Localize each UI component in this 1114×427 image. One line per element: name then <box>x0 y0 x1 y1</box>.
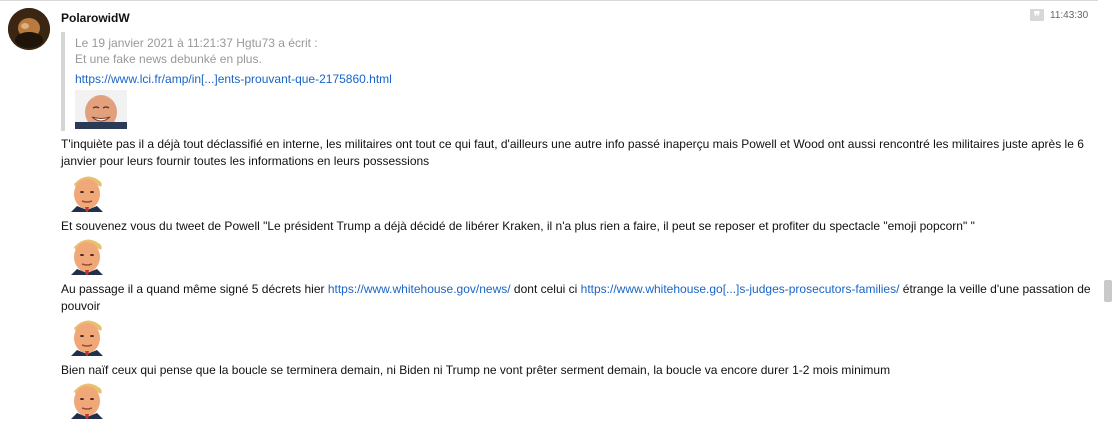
quote-header: Le 19 janvier 2021 à 11:21:37 Hgtu73 a é… <box>75 36 318 50</box>
message-paragraph-4: Bien naïf ceux qui pense que la boucle s… <box>61 363 891 377</box>
blockquote: Le 19 janvier 2021 à 11:21:37 Hgtu73 a é… <box>61 32 405 131</box>
trump-face-sticker[interactable] <box>61 235 113 275</box>
trump-face-sticker[interactable] <box>61 316 113 356</box>
message-paragraph-1: T'inquiète pas il a déjà tout déclassifi… <box>61 137 1084 168</box>
quote-icon[interactable]: ❞ <box>1030 9 1044 23</box>
scrollbar-thumb[interactable] <box>1104 280 1112 302</box>
username[interactable]: PolarowidW <box>61 11 130 25</box>
trump-face-sticker[interactable] <box>61 172 113 212</box>
paragraph-3-text-a: Au passage il a quand même signé 5 décre… <box>61 282 328 296</box>
post-divider <box>0 0 1098 1</box>
whitehouse-news-link[interactable]: https://www.whitehouse.gov/news/ <box>328 282 511 296</box>
paragraph-3-text-b: dont celui ci <box>510 282 581 296</box>
whitehouse-decree-link[interactable]: https://www.whitehouse.go[...]s-judges-p… <box>581 282 900 296</box>
post-timestamp[interactable]: 11:43:30 <box>1050 10 1088 21</box>
trump-face-sticker[interactable] <box>61 379 113 419</box>
biden-sticker[interactable] <box>75 90 127 129</box>
avatar[interactable] <box>8 8 50 50</box>
message-paragraph-3: Au passage il a quand même signé 5 décre… <box>61 281 1091 315</box>
message-paragraph-2: Et souvenez vous du tweet de Powell "Le … <box>61 219 975 233</box>
quote-text: Et une fake news debunké en plus. <box>75 52 262 66</box>
quote-link[interactable]: https://www.lci.fr/amp/in[...]ents-prouv… <box>75 72 392 86</box>
